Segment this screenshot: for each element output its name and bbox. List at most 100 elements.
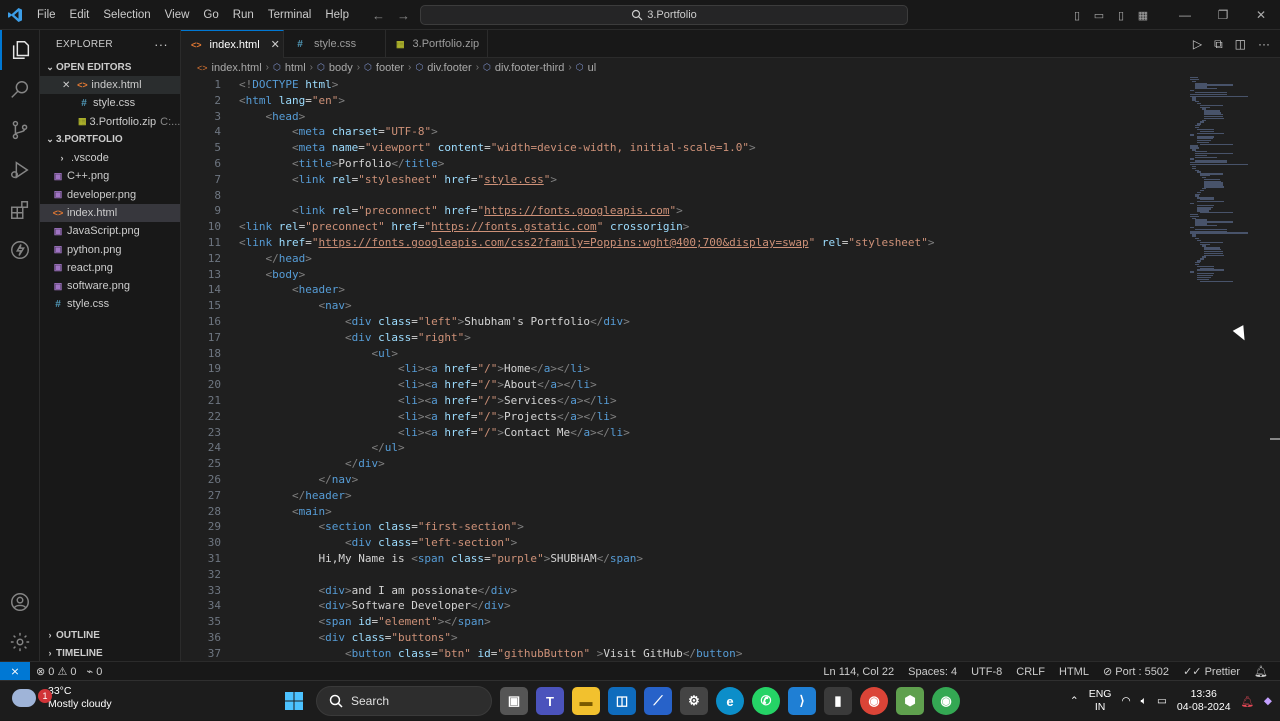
tray-chevron-up-icon[interactable]: ⌃	[1070, 695, 1079, 707]
weather-widget[interactable]: 1 33°C Mostly cloudy	[12, 685, 112, 711]
forward-arrow-icon[interactable]: →	[397, 8, 410, 23]
breadcrumb-item[interactable]: index.html	[212, 62, 262, 74]
tab-3-portfolio-zip[interactable]: ▦ 3.Portfolio.zip	[386, 30, 488, 58]
minimap[interactable]	[1190, 77, 1266, 287]
settings-gear-icon[interactable]	[0, 622, 40, 662]
file-tree-item[interactable]: ▣ C++.png	[40, 167, 180, 185]
cursor-position[interactable]: Ln 114, Col 22	[823, 666, 894, 678]
prettier-status[interactable]: ✓✓ Prettier	[1183, 665, 1240, 678]
teams-icon[interactable]: T	[536, 687, 564, 715]
breadcrumb-item[interactable]: ul	[588, 62, 597, 74]
file-tree-item[interactable]: ▣ react.png	[40, 259, 180, 277]
toggle-panel-icon[interactable]: ▭	[1088, 9, 1110, 22]
breadcrumb-item[interactable]: html	[285, 62, 306, 74]
toggle-primary-sidebar-icon[interactable]: ▯	[1066, 9, 1088, 22]
whatsapp-icon[interactable]: ✆	[752, 687, 780, 715]
battery-icon[interactable]: ▭	[1157, 695, 1167, 707]
more-actions-icon[interactable]: ···	[154, 37, 168, 52]
menu-item-run[interactable]: Run	[226, 0, 261, 30]
source-control-icon[interactable]	[0, 110, 40, 150]
open-editor-item[interactable]: # style.css	[40, 94, 180, 112]
account-icon[interactable]	[0, 582, 40, 622]
menu-item-help[interactable]: Help	[318, 0, 356, 30]
file-tree-item[interactable]: ▣ python.png	[40, 240, 180, 258]
split-editor-icon[interactable]: ◫	[1235, 37, 1246, 51]
close-editor-icon[interactable]: ✕	[62, 80, 70, 91]
extensions-icon[interactable]	[0, 190, 40, 230]
vscode-taskbar-icon[interactable]: ⟩	[788, 687, 816, 715]
file-tree-item[interactable]: # style.css	[40, 295, 180, 313]
file-tree-item[interactable]: › .vscode	[40, 149, 180, 167]
command-center-search[interactable]: 3.Portfolio	[420, 5, 908, 25]
file-tree-item[interactable]: <> index.html	[40, 203, 180, 223]
breadcrumb-item[interactable]: footer	[376, 62, 404, 74]
outline-section[interactable]: › OUTLINE	[40, 626, 180, 644]
menu-item-go[interactable]: Go	[196, 0, 225, 30]
wifi-icon[interactable]: ◠	[1121, 695, 1130, 707]
language-mode[interactable]: HTML	[1059, 666, 1089, 678]
scrollbar-marker[interactable]	[1270, 438, 1280, 440]
breadcrumb-item[interactable]: div.footer	[427, 62, 471, 74]
line-ending[interactable]: CRLF	[1016, 666, 1045, 678]
clock[interactable]: 13:36 04-08-2024	[1177, 688, 1231, 714]
live-server-port[interactable]: ⊘ Port : 5502	[1103, 665, 1169, 678]
menu-item-selection[interactable]: Selection	[96, 0, 157, 30]
run-debug-icon[interactable]	[0, 150, 40, 190]
line-content: </nav>	[318, 472, 359, 486]
toggle-secondary-sidebar-icon[interactable]: ▯	[1110, 9, 1132, 22]
menu-item-file[interactable]: File	[30, 0, 63, 30]
folder-section[interactable]: ⌄ 3.PORTFOLIO	[40, 131, 180, 149]
more-actions-icon[interactable]: ···	[1258, 37, 1270, 51]
problems-indicator[interactable]: ⊗ 0 ⚠ 0	[36, 665, 77, 678]
close-tab-icon[interactable]: ✕	[271, 38, 280, 51]
tab-index-html[interactable]: <> index.html ✕	[181, 30, 284, 58]
language-indicator[interactable]: ENG IN	[1089, 688, 1112, 714]
file-explorer-icon[interactable]: ▬	[572, 687, 600, 715]
file-tree-item[interactable]: ▣ developer.png	[40, 185, 180, 203]
explorer-icon[interactable]	[0, 30, 40, 70]
terminal-app-icon[interactable]: ▮	[824, 687, 852, 715]
powerautomate-icon[interactable]: ⟋	[644, 687, 672, 715]
volume-icon[interactable]: 🔈︎	[1141, 695, 1147, 708]
indentation[interactable]: Spaces: 4	[908, 666, 957, 678]
minimize-icon[interactable]: —	[1166, 8, 1204, 22]
notification-bell-icon[interactable]: 🔔︎	[1241, 695, 1254, 708]
back-arrow-icon[interactable]: ←	[372, 8, 385, 23]
taskbar-search[interactable]: Search	[316, 686, 492, 716]
notifications-bell-icon[interactable]: 🔔︎	[1254, 665, 1268, 678]
store-icon[interactable]: ◫	[608, 687, 636, 715]
open-editor-item[interactable]: ▦ 3.Portfolio.zip C:...	[40, 113, 180, 131]
minimap-line	[1199, 143, 1233, 145]
file-tree-item[interactable]: ▣ software.png	[40, 277, 180, 295]
settings-app-icon[interactable]: ⚙	[680, 687, 708, 715]
edge-icon[interactable]: e	[716, 687, 744, 715]
remote-indicator-icon[interactable]: ⨯	[0, 661, 30, 681]
nodejs-icon[interactable]: ⬢	[896, 687, 924, 715]
ports-indicator[interactable]: ⌁ 0	[87, 665, 103, 678]
open-preview-icon[interactable]: ⧉	[1214, 37, 1223, 52]
open-editor-item[interactable]: ✕ <> index.html	[40, 76, 180, 95]
tab-style-css[interactable]: # style.css	[284, 30, 386, 58]
live-share-icon[interactable]	[0, 230, 40, 270]
task-view-icon[interactable]: ▣	[500, 687, 528, 715]
chrome-icon[interactable]: ◉	[860, 687, 888, 715]
encoding[interactable]: UTF-8	[971, 666, 1002, 678]
file-tree-item[interactable]: ▣ JavaScript.png	[40, 222, 180, 240]
chrome-profile-icon[interactable]: ◉	[932, 687, 960, 715]
search-view-icon[interactable]	[0, 70, 40, 110]
menu-item-view[interactable]: View	[158, 0, 197, 30]
menu-item-edit[interactable]: Edit	[63, 0, 97, 30]
open-editors-section[interactable]: ⌄ OPEN EDITORS	[40, 58, 180, 76]
run-icon[interactable]: ▷	[1193, 37, 1202, 51]
explorer-title: EXPLORER	[56, 38, 113, 50]
windows-start-icon[interactable]	[280, 687, 308, 715]
timeline-section[interactable]: › TIMELINE	[40, 644, 180, 661]
breadcrumb-item[interactable]: div.footer-third	[495, 62, 565, 74]
breadcrumb-item[interactable]: body	[329, 62, 353, 74]
close-window-icon[interactable]: ✕	[1242, 8, 1280, 22]
copilot-icon[interactable]: ◆	[1264, 695, 1272, 707]
code-editor[interactable]: 1 <!DOCTYPE html> 2 <html lang="en"> 3 <head…	[181, 77, 1191, 661]
menu-item-terminal[interactable]: Terminal	[261, 0, 318, 30]
maximize-icon[interactable]: ❐	[1204, 8, 1242, 22]
customize-layout-icon[interactable]: ▦	[1132, 9, 1154, 22]
